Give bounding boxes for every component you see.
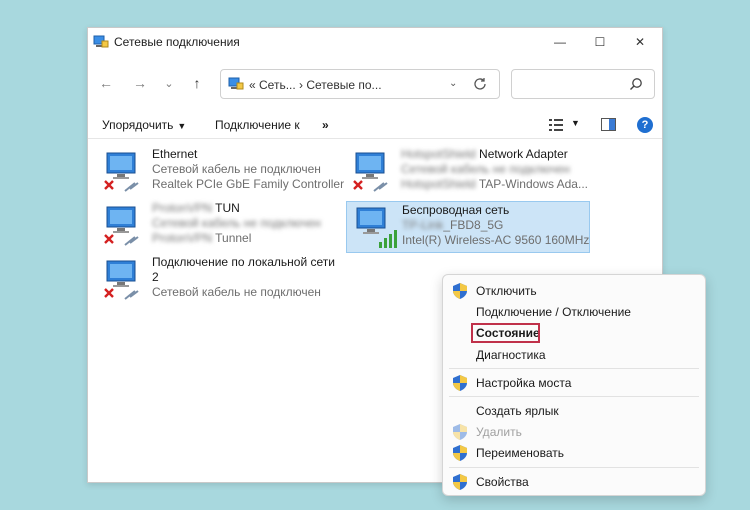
uac-shield-icon	[453, 424, 467, 440]
connect-to-button[interactable]: Подключение к	[215, 118, 300, 132]
chevron-down-icon: ⌄	[164, 77, 174, 90]
menu-item-delete: Удалить	[443, 422, 705, 442]
connection-item-local-network-2[interactable]: Подключение по локальной сети 2 Сетевой …	[94, 253, 338, 309]
blurred-device: ProtonVPN	[152, 231, 213, 245]
network-adapter-disconnected-icon	[104, 206, 139, 246]
more-commands-button[interactable]: »	[322, 118, 329, 132]
connection-name: Беспроводная сеть	[402, 203, 510, 217]
context-menu: Отключить Подключение / Отключение Состо…	[442, 274, 706, 496]
caret-down-icon[interactable]: ▼	[571, 118, 580, 128]
minimize-icon: —	[554, 35, 566, 49]
arrow-left-icon: ←	[99, 75, 113, 91]
connection-status: TP-Link_FBD8_5G	[402, 218, 589, 233]
menu-item-label: Отключить	[476, 284, 537, 298]
network-folder-icon	[93, 35, 109, 48]
connection-device: Intel(R) Wireless-AC 9560 160MHz	[402, 233, 590, 247]
connection-device: ProtonVPN Tunnel	[152, 231, 321, 246]
network-adapter-disconnected-icon	[104, 152, 139, 192]
connection-name-suffix: TUN	[212, 201, 240, 215]
connection-item-wireless[interactable]: Беспроводная сеть TP-Link_FBD8_5G Intel(…	[346, 201, 590, 253]
connection-status: Сетевой кабель не подключен	[152, 216, 321, 230]
caret-down-icon: ▼	[177, 121, 187, 131]
search-input[interactable]	[511, 69, 655, 99]
menu-separator	[449, 396, 699, 397]
uac-shield-icon	[453, 375, 467, 391]
connection-item-hotspot-adapter[interactable]: HotspotShield Network Adapter Сетевой ка…	[343, 145, 588, 197]
maximize-button[interactable]: ☐	[580, 28, 620, 56]
menu-item-create-shortcut[interactable]: Создать ярлык	[443, 401, 705, 421]
minimize-button[interactable]: —	[540, 28, 580, 56]
blurred-device: HotspotShield	[401, 177, 476, 191]
uac-shield-icon	[453, 474, 467, 490]
connection-status: Сетевой кабель не подключен	[152, 285, 321, 299]
connection-name: HotspotShield Network Adapter	[401, 147, 588, 162]
command-bar: Упорядочить ▼ Подключение к » ▼ ?	[88, 112, 662, 139]
network-adapter-disconnected-icon	[353, 152, 388, 192]
menu-item-label: Удалить	[476, 425, 522, 439]
refresh-icon[interactable]	[471, 75, 489, 93]
search-icon	[630, 78, 642, 90]
wireless-adapter-icon	[356, 207, 397, 248]
connection-name-suffix: Network Adapter	[475, 147, 568, 161]
menu-separator	[449, 368, 699, 369]
blurred-ssid: TP-Link	[402, 218, 444, 232]
arrow-right-icon: →	[133, 75, 147, 91]
menu-item-rename[interactable]: Переименовать	[443, 443, 705, 463]
preview-pane-icon[interactable]	[601, 118, 616, 131]
menu-item-diagnostics[interactable]: Диагностика	[443, 345, 705, 365]
ssid-suffix: _FBD8_5G	[443, 218, 504, 232]
menu-item-label: Диагностика	[476, 348, 546, 362]
connection-item-ethernet[interactable]: Ethernet Сетевой кабель не подключен Rea…	[94, 145, 344, 197]
navigation-bar: ← → ⌄ ↑ « Сеть... › Сетевые по... ⌄	[88, 66, 662, 102]
menu-item-connect-disconnect[interactable]: Подключение / Отключение	[443, 302, 705, 322]
blurred-name: HotspotShield	[401, 147, 476, 161]
menu-item-bridge[interactable]: Настройка моста	[443, 373, 705, 393]
menu-item-label: Создать ярлык	[476, 404, 559, 418]
organize-label: Упорядочить	[102, 118, 174, 132]
chevron-down-icon[interactable]: ⌄	[449, 78, 457, 89]
help-icon[interactable]: ?	[637, 117, 653, 133]
address-bar[interactable]: « Сеть... › Сетевые по... ⌄	[220, 69, 500, 99]
close-icon: ✕	[634, 35, 646, 49]
menu-item-label: Подключение / Отключение	[476, 305, 631, 319]
connection-status: Сетевой кабель не подключен	[401, 162, 570, 176]
view-options-icon[interactable]	[549, 119, 563, 131]
uac-shield-icon	[453, 283, 467, 299]
uac-shield-icon	[453, 445, 467, 461]
breadcrumb[interactable]: « Сеть... › Сетевые по...	[249, 78, 382, 92]
connection-status: Сетевой кабель не подключен	[152, 162, 321, 176]
title-bar: Сетевые подключения — ☐ ✕	[88, 28, 662, 56]
arrow-up-icon: ↑	[193, 75, 201, 91]
menu-item-label: Настройка моста	[476, 376, 572, 390]
back-button[interactable]: ←	[95, 72, 117, 94]
menu-item-properties[interactable]: Свойства	[443, 472, 705, 492]
blurred-name: ProtonVPN	[152, 201, 213, 215]
recent-locations-button[interactable]: ⌄	[158, 72, 180, 94]
menu-item-disable[interactable]: Отключить	[443, 281, 705, 301]
organize-button[interactable]: Упорядочить ▼	[102, 118, 186, 132]
connection-device: HotspotShield TAP-Windows Ada...	[401, 177, 588, 192]
menu-item-label: Свойства	[476, 475, 529, 489]
connection-device-suffix: TAP-Windows Ada...	[475, 177, 588, 191]
connection-name: Подключение по локальной сети	[152, 255, 335, 269]
up-button[interactable]: ↑	[186, 72, 208, 94]
forward-button[interactable]: →	[129, 72, 151, 94]
close-button[interactable]: ✕	[620, 28, 660, 56]
connection-name: Ethernet	[152, 147, 198, 161]
connection-name-line2: 2	[152, 270, 159, 284]
network-folder-icon	[228, 77, 244, 90]
connection-device: Realtek PCIe GbE Family Controller	[152, 177, 345, 191]
connection-device-suffix: Tunnel	[212, 231, 252, 245]
maximize-icon: ☐	[594, 35, 606, 49]
menu-separator	[449, 467, 699, 468]
highlight-box	[471, 323, 540, 343]
network-connections-window: Сетевые подключения — ☐ ✕ ← → ⌄ ↑ « Сеть…	[87, 27, 706, 496]
network-adapter-disconnected-icon	[104, 260, 139, 300]
connection-item-vpn-tun[interactable]: ProtonVPN TUN Сетевой кабель не подключе…	[94, 199, 338, 251]
menu-item-label: Переименовать	[476, 446, 564, 460]
connection-name: ProtonVPN TUN	[152, 201, 321, 216]
window-title: Сетевые подключения	[114, 35, 240, 49]
